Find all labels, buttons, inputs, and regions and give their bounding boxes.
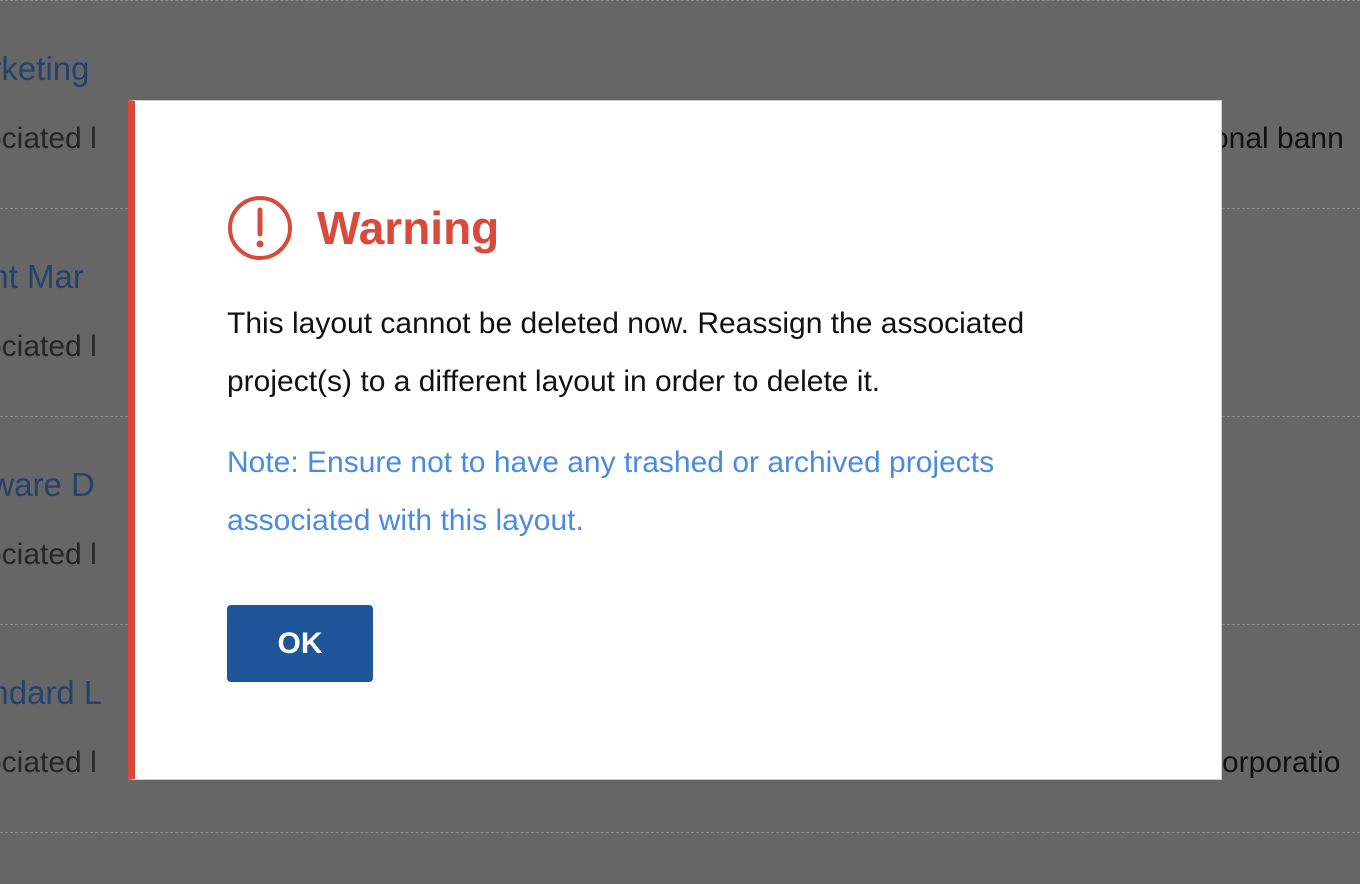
dialog-title: Warning	[317, 202, 500, 254]
list-item-description: onal bann	[1212, 122, 1344, 155]
divider	[0, 832, 1360, 833]
list-item-title: ftware D	[0, 466, 95, 503]
dialog-header: Warning	[227, 195, 499, 261]
dialog-note: Note: Ensure not to have any trashed or …	[227, 446, 995, 537]
list-item-title: ent Mar	[0, 258, 84, 295]
dialog-message: This layout cannot be deleted now. Reass…	[227, 307, 1025, 398]
warning-dialog: Warning This layout cannot be deleted no…	[128, 100, 1222, 780]
ok-button[interactable]: OK	[227, 605, 373, 682]
list-item-subtitle: sociated l	[0, 746, 97, 779]
list-item-subtitle: sociated l	[0, 122, 97, 155]
list-item-title: andard L	[0, 674, 103, 711]
list-item-title: arketing	[0, 50, 90, 87]
list-item-description: orporatio	[1222, 746, 1341, 779]
list-item-subtitle: sociated l	[0, 538, 97, 571]
warning-circle-icon	[228, 196, 292, 260]
list-item-subtitle: sociated l	[0, 330, 97, 363]
page: arketing sociated l onal bann ent Mar so…	[0, 0, 1360, 884]
